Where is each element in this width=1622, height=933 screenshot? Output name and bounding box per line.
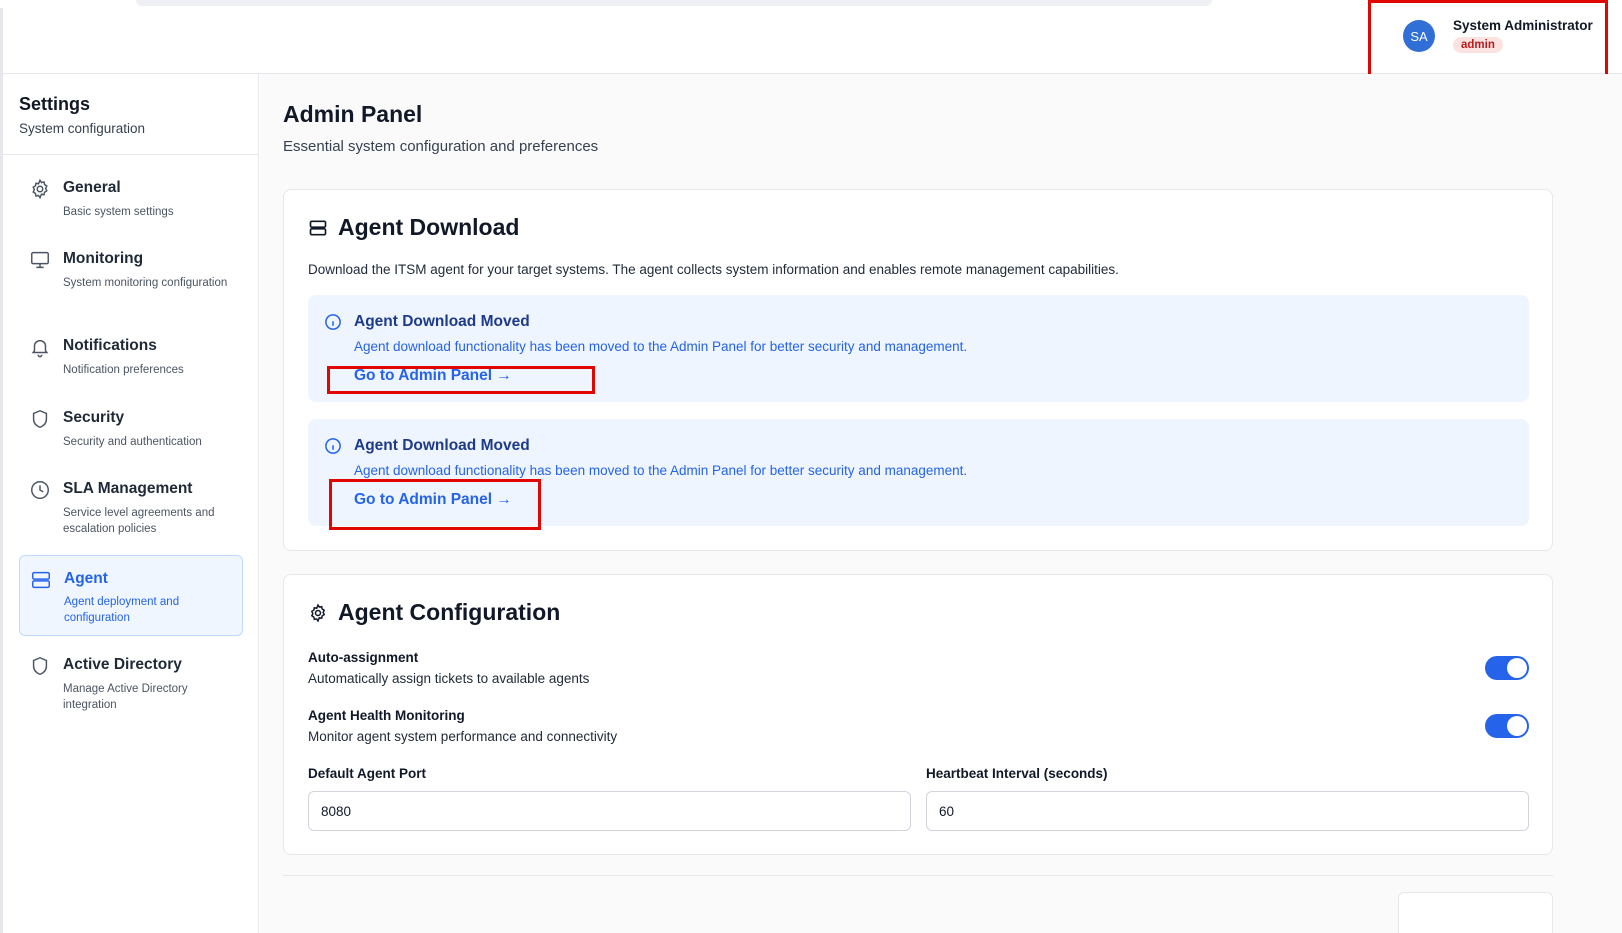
- sidebar-item-active-directory[interactable]: Active Directory Manage Active Directory…: [19, 647, 243, 719]
- avatar[interactable]: SA: [1403, 20, 1435, 52]
- sidebar-subtitle: System configuration: [19, 121, 146, 136]
- section-divider: [283, 875, 1553, 876]
- sidebar-item-label: Security: [63, 409, 125, 426]
- notice-title: Agent Download Moved: [354, 313, 530, 330]
- setting-title: Auto-assignment: [308, 650, 419, 665]
- setting-title: Agent Health Monitoring: [308, 708, 465, 723]
- default-agent-port-input[interactable]: [308, 791, 911, 831]
- sidebar-item-desc: Security and authentication: [63, 436, 202, 448]
- sidebar-item-desc: Notification preferences: [63, 364, 184, 376]
- notice-text: Agent download functionality has been mo…: [354, 339, 968, 354]
- setting-desc: Automatically assign tickets to availabl…: [308, 671, 590, 686]
- sidebar-item-label: General: [63, 179, 121, 196]
- info-icon: [325, 314, 341, 330]
- sidebar-title: Settings: [19, 94, 91, 114]
- sidebar-item-desc: Agent deployment and configuration: [64, 596, 180, 624]
- sidebar-item-label: Agent: [64, 570, 108, 587]
- sidebar-item-desc: Service level agreements and escalation …: [63, 507, 215, 535]
- page-title: Admin Panel: [283, 101, 423, 127]
- sidebar-item-desc: Manage Active Directory integration: [63, 683, 188, 711]
- bell-icon: [31, 339, 49, 358]
- default-agent-port-label: Default Agent Port: [308, 766, 426, 781]
- card-title-text: Agent Download: [338, 214, 520, 240]
- auto-assignment-toggle[interactable]: [1485, 656, 1529, 680]
- user-menu[interactable]: SA System Administrator admin: [1368, 0, 1608, 81]
- server-icon: [309, 220, 327, 235]
- sidebar-item-label: SLA Management: [63, 480, 193, 497]
- sidebar-item-sla-management[interactable]: SLA Management Service level agreements …: [19, 471, 243, 543]
- agent-configuration-title: Agent Configuration: [308, 599, 560, 626]
- clock-icon: [31, 481, 49, 499]
- user-role-badge: admin: [1453, 37, 1503, 53]
- sidebar-item-agent[interactable]: Agent Agent deployment and configuration: [19, 555, 243, 636]
- agent-download-title: Agent Download: [308, 214, 519, 241]
- server-icon: [32, 571, 50, 589]
- notice-text: Agent download functionality has been mo…: [354, 463, 968, 478]
- top-scroll-edge: [136, 0, 1212, 6]
- shield-icon: [32, 656, 48, 676]
- sidebar-item-desc: Basic system settings: [63, 206, 174, 218]
- card-title-text: Agent Configuration: [338, 599, 561, 625]
- agent-download-card: Agent Download Download the ITSM agent f…: [283, 189, 1553, 551]
- sidebar-item-notifications[interactable]: Notifications Notification preferences: [19, 328, 243, 384]
- sidebar-header: Settings System configuration: [3, 74, 258, 155]
- gear-icon: [310, 603, 326, 622]
- auto-assignment-setting: Auto-assignment Automatically assign tic…: [308, 650, 1529, 694]
- sidebar-item-general[interactable]: General Basic system settings: [19, 170, 243, 226]
- shield-icon: [32, 409, 48, 429]
- sidebar-item-label: Active Directory: [63, 656, 182, 673]
- agent-download-description: Download the ITSM agent for your target …: [308, 262, 1119, 277]
- page-subtitle: Essential system configuration and prefe…: [283, 138, 599, 155]
- agent-configuration-card: Agent Configuration Auto-assignment Auto…: [283, 574, 1553, 855]
- user-name: System Administrator: [1453, 18, 1593, 33]
- sidebar-item-desc: System monitoring configuration: [63, 277, 228, 289]
- agent-moved-notice: Agent Download Moved Agent download func…: [308, 295, 1529, 402]
- agent-health-monitoring-setting: Agent Health Monitoring Monitor agent sy…: [308, 708, 1529, 752]
- highlight-box: [327, 366, 595, 394]
- highlight-box: [329, 479, 541, 530]
- monitor-icon: [31, 251, 49, 269]
- heartbeat-interval-input[interactable]: [926, 791, 1529, 831]
- toggle-knob: [1507, 716, 1527, 736]
- agent-health-monitoring-toggle[interactable]: [1485, 714, 1529, 738]
- sidebar-item-label: Monitoring: [63, 250, 144, 267]
- notice-title: Agent Download Moved: [354, 437, 530, 454]
- sidebar-item-security[interactable]: Security Security and authentication: [19, 400, 243, 456]
- save-button[interactable]: [1398, 892, 1553, 933]
- setting-desc: Monitor agent system performance and con…: [308, 729, 618, 744]
- toggle-knob: [1507, 658, 1527, 678]
- sidebar-item-label: Notifications: [63, 337, 157, 354]
- settings-sidebar: Settings System configuration General Ba…: [3, 74, 259, 933]
- info-icon: [325, 438, 341, 454]
- heartbeat-interval-label: Heartbeat Interval (seconds): [926, 766, 1108, 781]
- agent-moved-notice: Agent Download Moved Agent download func…: [308, 419, 1529, 530]
- main-content: Admin Panel Essential system configurati…: [260, 74, 1622, 933]
- gear-icon: [32, 178, 48, 200]
- sidebar-item-monitoring[interactable]: Monitoring System monitoring configurati…: [19, 241, 243, 313]
